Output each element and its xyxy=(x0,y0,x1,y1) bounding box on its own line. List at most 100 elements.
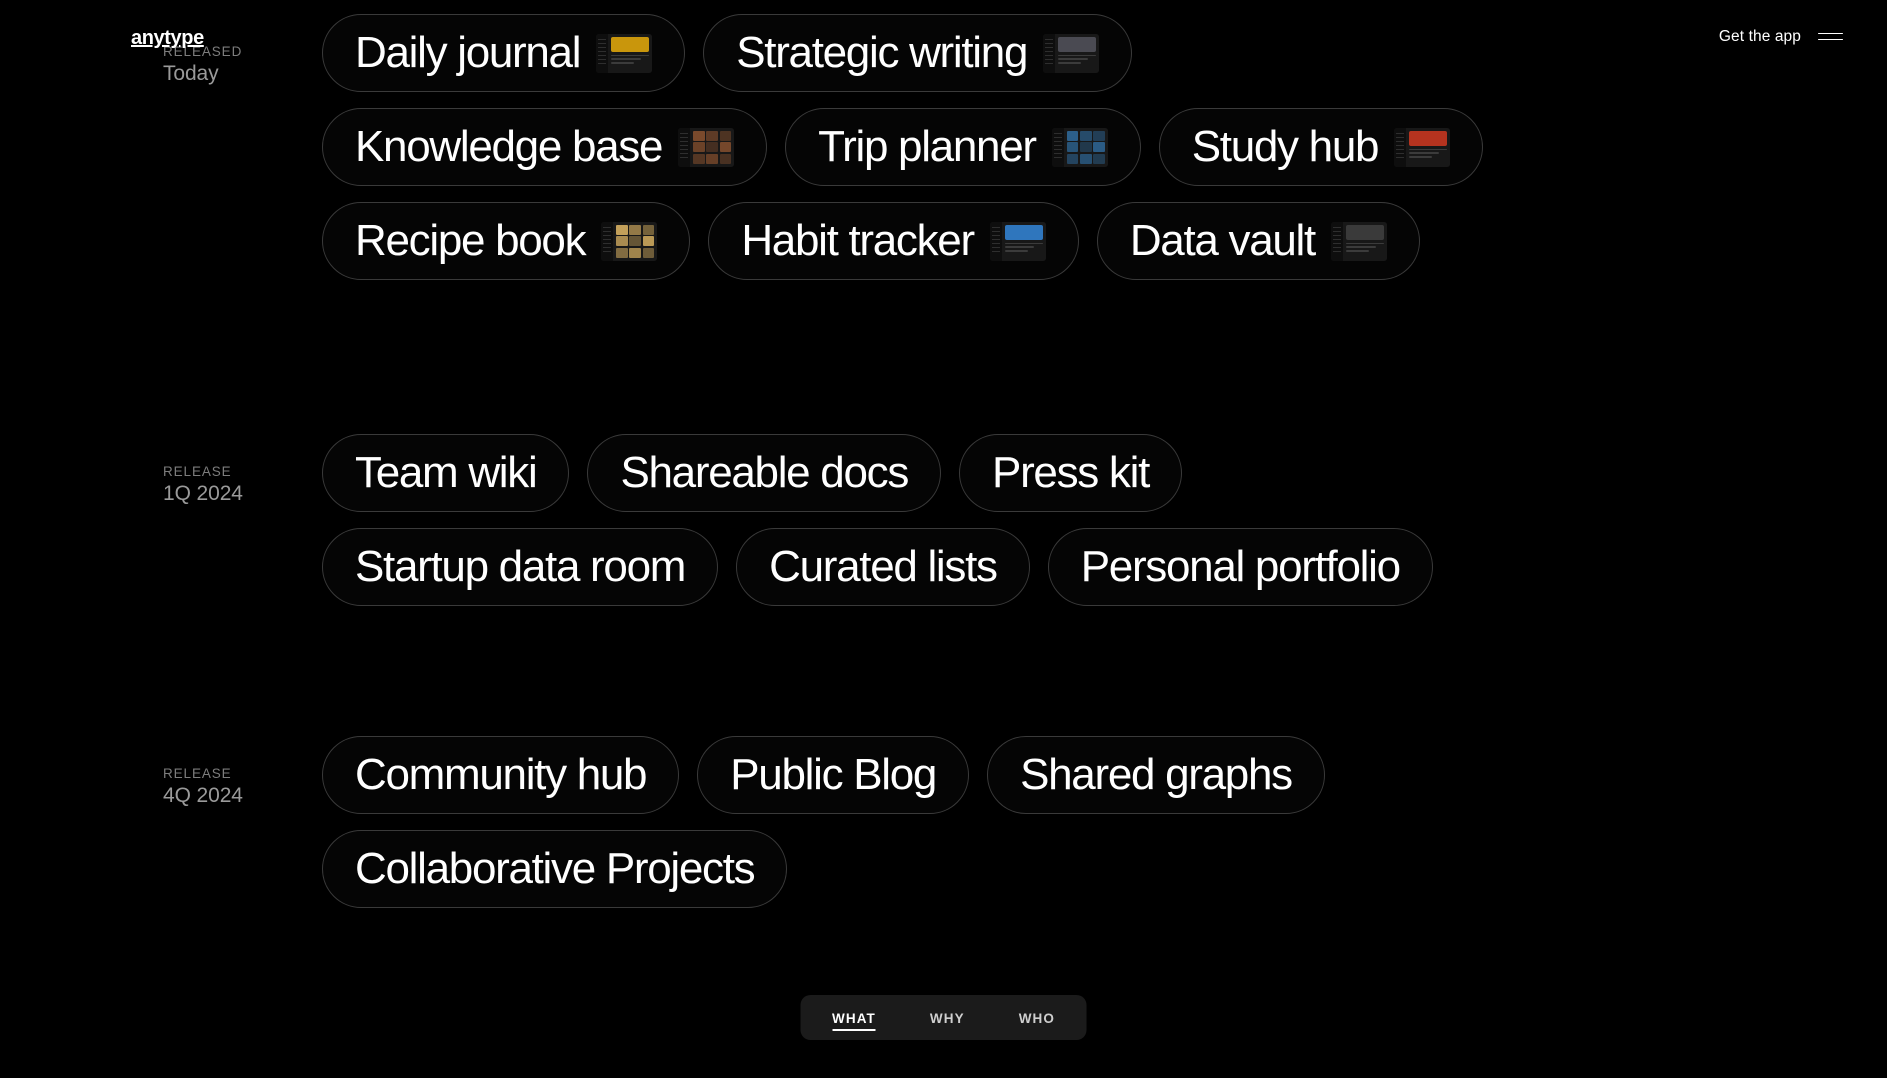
thumb-cell xyxy=(706,153,718,164)
feature-pill-label: Strategic writing xyxy=(736,28,1028,77)
menu-line-top xyxy=(1818,32,1843,35)
feature-pill[interactable]: Public Blog xyxy=(697,736,970,814)
thumb-study-hub xyxy=(1394,127,1451,167)
thumb-text-lines xyxy=(1058,54,1097,67)
feature-pill-label: Shared graphs xyxy=(1020,750,1293,799)
release-section: RELEASE 4Q 2024 Community hub Public Blog Sh… xyxy=(0,736,1887,908)
feature-pill-label: Startup data room xyxy=(355,542,686,591)
feature-pill[interactable]: Collaborative Projects xyxy=(322,830,788,908)
thumb-cell xyxy=(629,224,642,235)
feature-pill-rows: Team wiki Shareable docs Press kit Startup … xyxy=(322,434,1867,606)
feature-pill[interactable]: Team wiki xyxy=(322,434,570,512)
thumb-knowledge-base xyxy=(678,127,735,167)
feature-pill-label: Collaborative Projects xyxy=(355,844,756,893)
feature-pill-row: Knowledge base Trip planner Study hub xyxy=(322,108,1867,186)
feature-pill-rows: Daily journal Strategic writing Knowledge … xyxy=(322,14,1867,280)
thumb-content xyxy=(1342,221,1387,261)
menu-line-bottom xyxy=(1818,38,1843,41)
thumb-cover xyxy=(1345,224,1384,240)
thumb-data-vault xyxy=(1330,221,1387,261)
feature-pill[interactable]: Shared graphs xyxy=(987,736,1325,814)
thumb-content xyxy=(1001,221,1046,261)
thumb-cell xyxy=(642,224,655,235)
thumb-trip-planner xyxy=(1051,127,1108,167)
release-meta: RELEASED Today xyxy=(163,44,343,88)
thumb-sidebar xyxy=(1051,127,1064,167)
bottom-tabbar: WHAT WHY WHO xyxy=(800,995,1087,1040)
hamburger-menu-icon[interactable] xyxy=(1818,30,1843,44)
thumb-cell xyxy=(1093,153,1105,164)
thumb-sidebar xyxy=(1394,127,1407,167)
feature-pill[interactable]: Study hub xyxy=(1158,108,1484,186)
feature-pill-row: Daily journal Strategic writing xyxy=(322,14,1867,92)
thumb-cell xyxy=(1079,153,1092,164)
thumb-cell xyxy=(1079,142,1092,152)
feature-pill-label: Personal portfolio xyxy=(1080,542,1401,591)
release-meta: RELEASE 1Q 2024 xyxy=(163,464,343,508)
thumb-cell xyxy=(719,142,732,152)
thumb-sidebar xyxy=(601,221,614,261)
thumb-cell xyxy=(693,153,705,164)
feature-pill-label: Trip planner xyxy=(818,122,1037,171)
feature-pill-label: Community hub xyxy=(355,750,648,799)
feature-pill-label: Recipe book xyxy=(355,216,587,265)
thumb-habit-tracker xyxy=(989,221,1046,261)
thumb-recipe-book xyxy=(601,221,658,261)
thumb-cell xyxy=(719,153,732,164)
thumb-content xyxy=(690,127,735,167)
thumb-daily-journal xyxy=(596,33,653,73)
feature-pill[interactable]: Curated lists xyxy=(736,528,1030,606)
thumb-cell xyxy=(629,247,642,258)
release-section: RELEASED Today Daily journal Strategic writ… xyxy=(0,14,1887,280)
thumb-gallery-grid xyxy=(693,130,732,164)
feature-pill-row: Community hub Public Blog Shared graphs xyxy=(322,736,1867,814)
feature-pill[interactable]: Press kit xyxy=(959,434,1183,512)
feature-pill-label: Curated lists xyxy=(769,542,998,591)
release-meta: RELEASE 4Q 2024 xyxy=(163,766,343,810)
thumb-cell xyxy=(616,247,628,258)
feature-pill[interactable]: Daily journal xyxy=(322,14,686,92)
thumb-text-lines xyxy=(1409,148,1448,161)
thumb-gallery-grid xyxy=(1066,130,1105,164)
thumb-cell xyxy=(1093,130,1105,141)
thumb-cover xyxy=(1058,36,1097,52)
thumb-strategic-writing xyxy=(1043,33,1100,73)
release-status-label: RELEASE xyxy=(163,766,232,781)
thumb-cell xyxy=(1066,142,1079,152)
feature-pill[interactable]: Strategic writing xyxy=(703,14,1133,92)
feature-pill-label: Shareable docs xyxy=(620,448,909,497)
feature-pill-row: Recipe book Habit tracker Data vault xyxy=(322,202,1867,280)
tab-who[interactable]: WHO xyxy=(997,1003,1077,1033)
thumb-cell xyxy=(719,130,732,141)
feature-pill[interactable]: Habit tracker xyxy=(708,202,1079,280)
feature-pill-row: Collaborative Projects xyxy=(322,830,1867,908)
feature-pill-label: Press kit xyxy=(992,448,1150,497)
feature-pill[interactable]: Shareable docs xyxy=(587,434,942,512)
feature-pill[interactable]: Knowledge base xyxy=(322,108,768,186)
release-section: RELEASE 1Q 2024 Team wiki Shareable docs Pre… xyxy=(0,434,1887,606)
tab-what[interactable]: WHAT xyxy=(810,1003,898,1033)
feature-pill[interactable]: Data vault xyxy=(1096,202,1420,280)
release-date-label: 1Q 2024 xyxy=(163,481,243,505)
thumb-text-lines xyxy=(1004,242,1043,255)
thumb-cell xyxy=(693,130,705,141)
thumb-cell xyxy=(1066,153,1079,164)
release-status-label: RELEASE xyxy=(163,464,232,479)
thumb-sidebar xyxy=(678,127,691,167)
thumb-cell xyxy=(706,142,718,152)
get-the-app-link[interactable]: Get the app xyxy=(1719,29,1801,45)
feature-pill[interactable]: Community hub xyxy=(322,736,680,814)
feature-pill-row: Team wiki Shareable docs Press kit xyxy=(322,434,1867,512)
thumb-cell xyxy=(616,224,628,235)
thumb-cell xyxy=(642,236,655,246)
feature-pill[interactable]: Personal portfolio xyxy=(1047,528,1433,606)
thumb-cell xyxy=(1066,130,1079,141)
brand-logo[interactable]: anytype xyxy=(131,28,204,48)
feature-pill-label: Daily journal xyxy=(355,28,582,77)
feature-pill[interactable]: Recipe book xyxy=(322,202,691,280)
tab-why[interactable]: WHY xyxy=(908,1003,987,1033)
feature-pill[interactable]: Startup data room xyxy=(322,528,719,606)
release-date-label: Today xyxy=(163,61,219,85)
feature-pill[interactable]: Trip planner xyxy=(785,108,1141,186)
thumb-content xyxy=(608,33,653,73)
